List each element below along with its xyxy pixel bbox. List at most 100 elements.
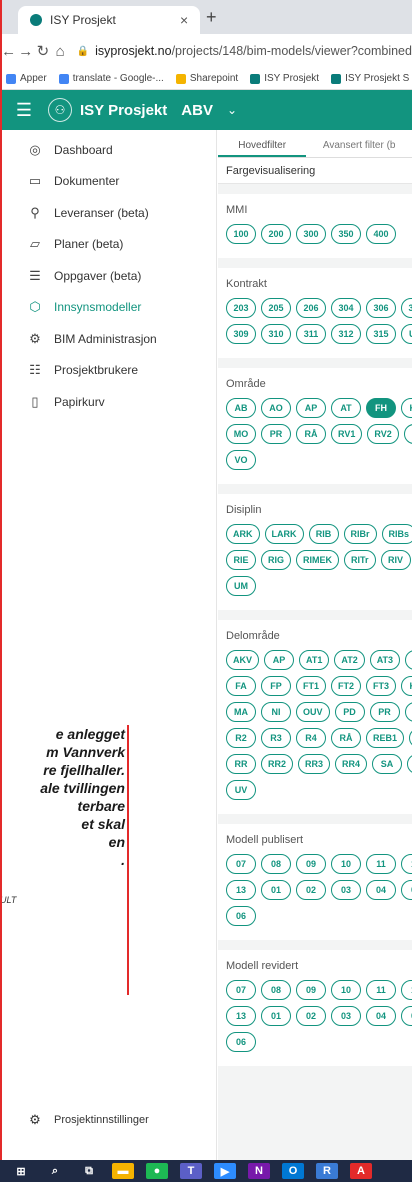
filter-chip[interactable]: FA bbox=[226, 676, 256, 696]
filter-chip[interactable]: FT1 bbox=[296, 676, 327, 696]
filter-chip[interactable]: RIMEK bbox=[296, 550, 340, 570]
filter-chip[interactable]: TR bbox=[407, 754, 412, 774]
filter-chip[interactable]: 11 bbox=[366, 980, 396, 1000]
sidebar-item-innsynsmodeller[interactable]: ⬡ Innsynsmodeller bbox=[0, 292, 216, 324]
filter-chip[interactable]: 09 bbox=[296, 854, 326, 874]
filter-chip[interactable]: VO bbox=[226, 450, 256, 470]
filter-chip[interactable]: PR bbox=[261, 424, 291, 444]
sidebar-item-settings[interactable]: ⚙ Prosjektinnstillinger bbox=[0, 1112, 217, 1128]
filter-chip[interactable]: RV1 bbox=[331, 424, 363, 444]
sidebar-item-prosjektbrukere[interactable]: ☷ Prosjektbrukere bbox=[0, 355, 216, 387]
filter-chip[interactable]: RITr bbox=[344, 550, 376, 570]
filter-chip[interactable]: RÅ bbox=[331, 728, 361, 748]
bookmark-item[interactable]: Sharepoint bbox=[175, 73, 238, 84]
filter-chip[interactable]: FT2 bbox=[331, 676, 362, 696]
filter-chip[interactable]: OUV bbox=[296, 702, 330, 722]
filter-chip[interactable]: 05 bbox=[401, 880, 412, 900]
filter-chip[interactable]: LARK bbox=[264, 524, 304, 544]
filter-chip[interactable]: BB2 bbox=[405, 650, 412, 670]
filter-chip[interactable]: UM bbox=[226, 576, 256, 596]
filter-chip[interactable]: 100 bbox=[226, 224, 256, 244]
project-selector[interactable]: ABV bbox=[181, 102, 213, 119]
tab-avansert-filter[interactable]: Avansert filter (b bbox=[306, 130, 412, 157]
filter-chip[interactable]: R3 bbox=[261, 728, 291, 748]
filter-chip[interactable]: AT3 bbox=[369, 650, 401, 670]
filter-chip[interactable]: 312 bbox=[331, 324, 361, 344]
new-tab-button[interactable]: + bbox=[206, 7, 217, 28]
reload-icon[interactable]: ↻ bbox=[34, 42, 51, 60]
filter-chip[interactable]: RR bbox=[226, 754, 256, 774]
filter-chip[interactable]: AO bbox=[261, 398, 291, 418]
filter-chip[interactable]: 02 bbox=[296, 880, 326, 900]
filter-chip[interactable]: RR3 bbox=[298, 754, 331, 774]
sidebar-item-leveranser-beta[interactable]: ⚲ Leveranser (beta) bbox=[0, 197, 216, 229]
filter-chip[interactable]: NI bbox=[261, 702, 291, 722]
filter-chip[interactable]: RR4 bbox=[335, 754, 368, 774]
filter-chip[interactable]: FH bbox=[366, 398, 396, 418]
filter-chip[interactable]: 310 bbox=[261, 324, 291, 344]
filter-chip[interactable]: 12 bbox=[401, 980, 412, 1000]
filter-chip[interactable]: RIBs bbox=[381, 524, 412, 544]
filter-chip[interactable]: 304 bbox=[331, 298, 361, 318]
tab-hovedfilter[interactable]: Hovedfilter bbox=[218, 130, 307, 157]
filter-chip[interactable]: ARK bbox=[226, 524, 260, 544]
filter-chip[interactable]: RIE bbox=[226, 550, 256, 570]
filter-chip[interactable]: AP bbox=[264, 650, 295, 670]
filter-chip[interactable]: 400 bbox=[366, 224, 396, 244]
filter-chip[interactable]: FP bbox=[261, 676, 291, 696]
filter-chip[interactable]: 10 bbox=[331, 980, 361, 1000]
sidebar-item-planer-beta[interactable]: ▱ Planer (beta) bbox=[0, 229, 216, 261]
filter-chip[interactable]: 02 bbox=[296, 1006, 326, 1026]
filter-chip[interactable]: 12 bbox=[401, 854, 412, 874]
forward-icon[interactable]: → bbox=[17, 43, 34, 60]
filter-chip[interactable]: MO bbox=[226, 424, 256, 444]
filter-chip[interactable]: R1 bbox=[404, 702, 412, 722]
spotify-icon[interactable]: ● bbox=[146, 1163, 168, 1179]
filter-chip[interactable]: UH bbox=[403, 424, 412, 444]
chevron-down-icon[interactable]: ⌄ bbox=[227, 103, 237, 117]
outlook-icon[interactable]: O bbox=[282, 1163, 304, 1179]
filter-chip[interactable]: AP bbox=[296, 398, 326, 418]
sidebar-item-papirkurv[interactable]: ▯ Papirkurv bbox=[0, 386, 216, 418]
filter-chip[interactable]: 315 bbox=[366, 324, 396, 344]
filter-chip[interactable]: FT3 bbox=[366, 676, 397, 696]
filter-chip[interactable]: RIB bbox=[308, 524, 339, 544]
sidebar-item-bim-administrasjon[interactable]: ⚙ BIM Administrasjon bbox=[0, 323, 216, 355]
filter-chip[interactable]: RV2 bbox=[367, 424, 399, 444]
filter-chip[interactable]: AB bbox=[226, 398, 256, 418]
sidebar-item-oppgaver-beta[interactable]: ☰ Oppgaver (beta) bbox=[0, 260, 216, 292]
filter-chip[interactable]: 350 bbox=[331, 224, 361, 244]
filter-chip[interactable]: 200 bbox=[261, 224, 291, 244]
tab-close-icon[interactable]: × bbox=[180, 12, 200, 28]
filter-chip[interactable]: 07 bbox=[226, 854, 256, 874]
filter-chip[interactable]: AT2 bbox=[334, 650, 365, 670]
filter-chip[interactable]: PR bbox=[369, 702, 400, 722]
color-visualization-row[interactable]: Fargevisualisering bbox=[218, 158, 412, 184]
filter-chip[interactable]: 03 bbox=[331, 1006, 361, 1026]
sidebar-item-dokumenter[interactable]: ▭ Dokumenter bbox=[0, 166, 216, 198]
bookmark-item[interactable]: Apper bbox=[6, 73, 47, 84]
filter-chip[interactable]: 09 bbox=[296, 980, 326, 1000]
filter-chip[interactable]: 06 bbox=[226, 906, 256, 926]
filter-chip[interactable]: 03 bbox=[331, 880, 361, 900]
filter-chip[interactable]: 06 bbox=[226, 1032, 256, 1052]
bookmark-item[interactable]: ISY Prosjekt S bbox=[331, 73, 409, 84]
app-r-icon[interactable]: R bbox=[316, 1163, 338, 1179]
zoom-icon[interactable]: ▶ bbox=[214, 1163, 236, 1179]
filter-chip[interactable]: RR2 bbox=[261, 754, 294, 774]
teams-icon[interactable]: T bbox=[180, 1163, 202, 1179]
filter-chip[interactable]: 04 bbox=[366, 880, 396, 900]
filter-chip[interactable]: AT1 bbox=[299, 650, 330, 670]
filter-chip[interactable]: 311 bbox=[296, 324, 326, 344]
file-explorer-icon[interactable]: ▬ bbox=[112, 1163, 134, 1179]
filter-chip[interactable]: RÅ bbox=[296, 424, 326, 444]
filter-chip[interactable]: 04 bbox=[366, 1006, 396, 1026]
windows-start-icon[interactable]: ⊞ bbox=[10, 1163, 32, 1179]
filter-chip[interactable]: 13 bbox=[226, 1006, 256, 1026]
filter-chip[interactable]: 08 bbox=[261, 980, 291, 1000]
filter-chip[interactable]: RIG bbox=[261, 550, 292, 570]
onenote-icon[interactable]: N bbox=[248, 1163, 270, 1179]
filter-chip[interactable]: R2 bbox=[226, 728, 256, 748]
filter-chip[interactable]: 05 bbox=[401, 1006, 412, 1026]
filter-chip[interactable]: UM bbox=[401, 324, 412, 344]
